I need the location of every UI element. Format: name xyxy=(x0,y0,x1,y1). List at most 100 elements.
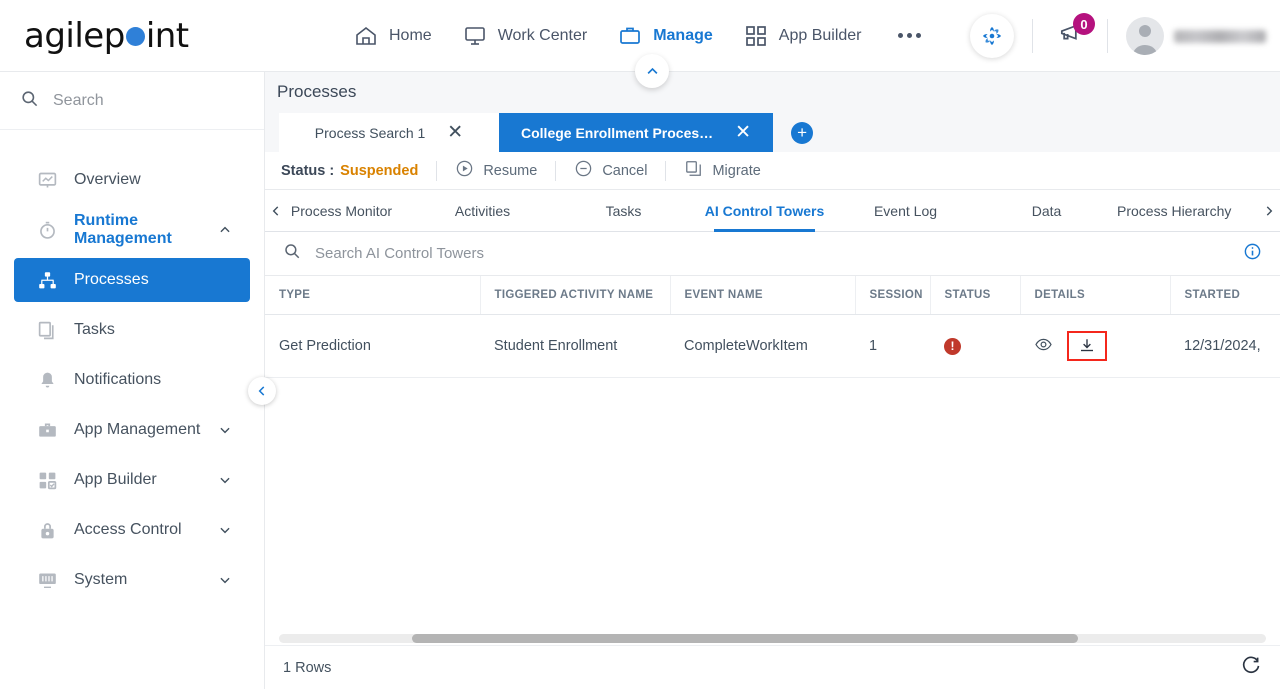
logo-dot-icon xyxy=(125,26,145,46)
sidebar-label-app-builder: App Builder xyxy=(74,471,157,488)
column-header-triggered-activity-name[interactable]: TIGGERED ACTIVITY NAME xyxy=(480,276,671,315)
sidebar-label-processes: Processes xyxy=(74,271,149,288)
logo-text-part1: agilep xyxy=(24,15,125,56)
grid-icon xyxy=(743,23,769,49)
refresh-icon[interactable] xyxy=(1241,655,1262,680)
sidebar-label-access-control: Access Control xyxy=(74,521,182,538)
cell-type: Get Prediction xyxy=(265,314,480,378)
subtab-process-hierarchy[interactable]: Process Hierarchy xyxy=(1117,190,1258,232)
column-header-event-name[interactable]: EVENT NAME xyxy=(670,276,856,315)
chevron-down-icon xyxy=(218,473,232,487)
footer-row: 1 Rows xyxy=(265,645,1280,689)
subtab-event-log[interactable]: Event Log xyxy=(835,190,976,232)
process-status-toolbar: Status : Suspended Resume Cancel Migrate xyxy=(265,152,1280,190)
panel-collapse-button[interactable] xyxy=(635,54,669,88)
tab-label: Process Search 1 xyxy=(314,124,426,141)
migrate-button[interactable]: Migrate xyxy=(666,159,778,182)
system-monitor-icon xyxy=(36,569,58,591)
subtab-data[interactable]: Data xyxy=(976,190,1117,232)
column-header-started[interactable]: STARTED xyxy=(1170,276,1280,315)
top-bar-right: 0 xyxy=(970,0,1266,72)
process-tree-icon xyxy=(36,269,58,291)
cancel-button[interactable]: Cancel xyxy=(556,159,665,182)
sidebar-label-tasks: Tasks xyxy=(74,321,115,338)
subtabs-next-arrow[interactable] xyxy=(1258,204,1280,218)
subtab-ai-control-towers[interactable]: AI Control Towers xyxy=(694,190,835,232)
tab-label: College Enrollment Proces… xyxy=(521,124,714,141)
sidebar-item-processes[interactable]: Processes xyxy=(14,258,250,302)
tab-process-search-1[interactable]: Process Search 1 ✕ xyxy=(279,113,499,152)
nav-label-work-center: Work Center xyxy=(497,26,588,44)
column-header-session[interactable]: SESSION xyxy=(855,276,931,315)
table-body: Get Prediction Student Enrollment Comple… xyxy=(265,314,1280,378)
column-header-details[interactable]: DETAILS xyxy=(1020,276,1171,315)
table-search-bar[interactable]: Search AI Control Towers xyxy=(265,232,1280,276)
column-header-status[interactable]: STATUS xyxy=(930,276,1021,315)
resume-button[interactable]: Resume xyxy=(437,159,555,182)
sidebar-item-tasks[interactable]: Tasks xyxy=(14,308,250,352)
announcements-button[interactable]: 0 xyxy=(1051,13,1095,55)
nav-item-manage[interactable]: Manage xyxy=(617,14,713,58)
sidebar-item-notifications[interactable]: Notifications xyxy=(14,358,250,402)
tab-college-enrollment-process[interactable]: College Enrollment Proces… ✕ xyxy=(499,113,774,152)
nav-label-manage: Manage xyxy=(653,26,713,44)
add-tab-button[interactable]: + xyxy=(791,122,814,144)
detail-subtabs: Process Monitor Activities Tasks AI Cont… xyxy=(265,190,1280,232)
scrollbar-track[interactable] xyxy=(279,633,1266,643)
table-empty-space xyxy=(265,378,1280,668)
search-icon xyxy=(20,89,39,113)
app-root: agilep int Home Work Center Manage App B… xyxy=(0,0,1280,689)
sidebar: Search Overview Runtime Management Proce… xyxy=(0,72,265,689)
subtab-label: AI Control Towers xyxy=(704,202,825,219)
nav-item-home[interactable]: Home xyxy=(353,14,432,58)
subtab-label: Activities xyxy=(454,202,511,219)
subtab-tasks[interactable]: Tasks xyxy=(553,190,694,232)
error-circle-icon: ! xyxy=(944,337,961,355)
table-row[interactable]: Get Prediction Student Enrollment Comple… xyxy=(265,314,1280,378)
app-logo[interactable]: agilep int xyxy=(0,16,265,56)
sidebar-item-app-management[interactable]: App Management xyxy=(14,408,250,452)
chart-monitor-icon xyxy=(36,169,58,191)
divider-2 xyxy=(1107,19,1108,53)
stopwatch-icon xyxy=(36,219,58,241)
sidebar-item-app-builder[interactable]: App Builder xyxy=(14,458,250,502)
nav-more-menu-icon[interactable] xyxy=(892,33,927,38)
ai-control-towers-table: TYPE TIGGERED ACTIVITY NAME EVENT NAME S… xyxy=(265,276,1280,378)
horizontal-scrollbar[interactable] xyxy=(265,631,1280,645)
subtab-activities[interactable]: Activities xyxy=(412,190,553,232)
subtab-label: Event Log xyxy=(873,202,938,219)
subtab-label: Process Monitor xyxy=(290,202,393,219)
sidebar-item-access-control[interactable]: Access Control xyxy=(14,508,250,552)
close-icon[interactable]: ✕ xyxy=(735,123,751,142)
copy-stack-icon xyxy=(684,159,703,182)
nav-item-work-center[interactable]: Work Center xyxy=(462,14,588,58)
table-header-row: TYPE TIGGERED ACTIVITY NAME EVENT NAME S… xyxy=(265,276,1280,315)
cancel-label: Cancel xyxy=(602,162,648,179)
table-header: TYPE TIGGERED ACTIVITY NAME EVENT NAME S… xyxy=(265,276,1280,315)
briefcase-icon xyxy=(36,419,58,441)
sidebar-search-input[interactable]: Search xyxy=(0,72,264,130)
cell-event-name: CompleteWorkItem xyxy=(670,314,855,378)
cell-started: 12/31/2024, xyxy=(1170,314,1280,378)
status-badge: Suspended xyxy=(340,162,419,179)
column-header-type[interactable]: TYPE xyxy=(265,276,481,315)
subtab-label: Data xyxy=(1031,202,1062,219)
eye-icon[interactable] xyxy=(1034,335,1053,358)
sidebar-item-runtime-management[interactable]: Runtime Management xyxy=(14,208,250,252)
ai-assistant-icon[interactable] xyxy=(970,14,1014,58)
sidebar-item-system[interactable]: System xyxy=(14,558,250,602)
subtab-process-monitor[interactable]: Process Monitor xyxy=(271,190,412,232)
page-title: Processes xyxy=(265,72,1280,108)
sidebar-collapse-button[interactable] xyxy=(248,377,276,405)
scrollbar-thumb[interactable] xyxy=(412,633,1079,643)
user-profile-menu[interactable] xyxy=(1126,17,1266,55)
announcement-count-badge: 0 xyxy=(1073,13,1095,35)
subtab-label: Tasks xyxy=(605,202,642,219)
logo-text: agilep int xyxy=(24,16,189,56)
info-circle-icon[interactable] xyxy=(1243,242,1262,266)
monitor-icon xyxy=(462,23,488,49)
nav-item-app-builder[interactable]: App Builder xyxy=(743,14,862,58)
sidebar-item-overview[interactable]: Overview xyxy=(14,158,250,202)
download-icon[interactable] xyxy=(1067,331,1107,361)
close-icon[interactable]: ✕ xyxy=(447,123,463,142)
